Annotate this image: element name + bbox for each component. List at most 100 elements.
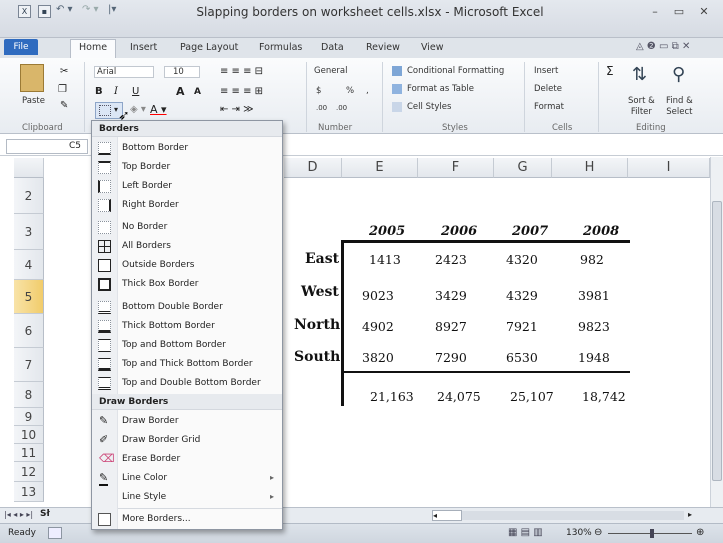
italic-button[interactable]: I	[114, 86, 118, 97]
fill-color-icon[interactable]: ◈ ▾	[130, 104, 146, 115]
align-center-icons[interactable]: ≡ ≡ ≡ ⊞	[220, 86, 263, 97]
tab-insert[interactable]: Insert	[130, 42, 157, 53]
decrease-decimal-button[interactable]: .00	[336, 104, 347, 112]
menu-item-thick-box-border[interactable]: Thick Box Border	[92, 275, 282, 294]
redo-icon[interactable]: ↷ ▾	[82, 4, 99, 15]
name-box[interactable]: C5	[6, 139, 88, 154]
select-all-corner[interactable]	[14, 158, 44, 178]
data-cell[interactable]: 3981	[578, 288, 610, 303]
data-cell[interactable]: 1948	[578, 350, 610, 365]
copy-icon[interactable]: ❐	[58, 84, 67, 95]
data-cell[interactable]: 4902	[362, 319, 394, 334]
row-header-9[interactable]: 9	[14, 408, 44, 426]
row-header-12[interactable]: 12	[14, 462, 44, 482]
find-select-button[interactable]: Find & Select	[666, 96, 693, 118]
menu-item-bottom-double-border[interactable]: Bottom Double Border	[92, 298, 282, 317]
sort-filter-button[interactable]: Sort & Filter	[628, 96, 655, 118]
delete-cells-button[interactable]: Delete	[534, 84, 562, 94]
close-button[interactable]: ✕	[695, 4, 713, 19]
format-painter-icon[interactable]: ✎	[60, 100, 68, 111]
data-cell[interactable]: 4329	[506, 288, 538, 303]
underline-button[interactable]: U	[132, 86, 139, 97]
zoom-in-icon[interactable]: ⊕	[696, 527, 704, 538]
total-cell[interactable]: 24,075	[437, 389, 481, 404]
menu-item-draw-border-grid[interactable]: ✐ Draw Border Grid	[92, 431, 282, 450]
paste-button[interactable]: Paste	[22, 96, 45, 106]
align-top-icons[interactable]: ≡ ≡ ≡ ⊟	[220, 66, 263, 77]
row-header-2[interactable]: 2	[14, 178, 44, 214]
column-header-i[interactable]: I	[628, 158, 710, 178]
horizontal-scroll-right-icon[interactable]: ▸	[688, 510, 692, 519]
data-cell[interactable]: 7921	[506, 319, 538, 334]
indent-icons[interactable]: ⇤ ⇥ ≫	[220, 104, 254, 115]
macro-record-icon[interactable]	[48, 527, 62, 539]
data-cell[interactable]: 6530	[506, 350, 538, 365]
row-header-4[interactable]: 4	[14, 250, 44, 280]
menu-item-top-and-bottom-border[interactable]: Top and Bottom Border	[92, 336, 282, 355]
data-cell[interactable]: 4320	[506, 252, 538, 267]
cut-icon[interactable]: ✂	[60, 66, 68, 77]
zoom-slider-thumb[interactable]	[650, 529, 654, 538]
currency-button[interactable]: $	[316, 86, 321, 96]
undo-icon[interactable]: ↶ ▾	[56, 4, 73, 15]
data-cell[interactable]: 3429	[435, 288, 467, 303]
column-header-h[interactable]: H	[552, 158, 628, 178]
column-header-g[interactable]: G	[494, 158, 552, 178]
row-header-7[interactable]: 7	[14, 348, 44, 382]
row-header-13[interactable]: 13	[14, 482, 44, 502]
total-cell[interactable]: 18,742	[582, 389, 626, 404]
total-cell[interactable]: 21,163	[370, 389, 414, 404]
maximize-button[interactable]: ▭	[670, 4, 688, 19]
comma-button[interactable]: ,	[366, 86, 369, 96]
conditional-formatting-button[interactable]: Conditional Formatting	[407, 66, 504, 76]
font-name-box[interactable]: Arial	[94, 66, 154, 78]
format-cells-button[interactable]: Format	[534, 102, 564, 112]
data-cell[interactable]: 9023	[362, 288, 394, 303]
menu-item-draw-border[interactable]: ✎ Draw Border	[92, 412, 282, 431]
customize-qat-icon[interactable]: |▾	[108, 4, 116, 15]
menu-item-more-borders[interactable]: More Borders...	[92, 510, 282, 529]
column-header-e[interactable]: E	[342, 158, 418, 178]
tab-formulas[interactable]: Formulas	[259, 42, 302, 53]
tab-page-layout[interactable]: Page Layout	[180, 42, 238, 53]
menu-item-top-and-double-bottom-border[interactable]: Top and Double Bottom Border	[92, 374, 282, 393]
shrink-font-button[interactable]: A	[194, 87, 201, 97]
data-cell[interactable]: 9823	[578, 319, 610, 334]
sheet-tab[interactable]: Sł	[40, 509, 50, 519]
view-buttons[interactable]: ▦ ▤ ▥	[508, 527, 543, 538]
menu-item-bottom-border[interactable]: Bottom Border	[92, 139, 282, 158]
data-cell[interactable]: 2423	[435, 252, 467, 267]
row-header-3[interactable]: 3	[14, 214, 44, 250]
row-header-6[interactable]: 6	[14, 314, 44, 348]
horizontal-scroll-left-icon[interactable]: ◂	[432, 510, 462, 521]
increase-decimal-button[interactable]: .00	[316, 104, 327, 112]
scrollbar-thumb[interactable]	[712, 201, 722, 481]
paste-icon[interactable]	[20, 64, 44, 92]
tab-review[interactable]: Review	[366, 42, 400, 53]
horizontal-scrollbar[interactable]	[462, 511, 684, 520]
ribbon-window-controls[interactable]: ◬ ❷ ▭ ⧉ ✕	[636, 41, 690, 52]
row-header-8[interactable]: 8	[14, 382, 44, 408]
percent-button[interactable]: %	[346, 86, 354, 96]
menu-item-top-and-thick-bottom-border[interactable]: Top and Thick Bottom Border	[92, 355, 282, 374]
save-icon[interactable]: ▪	[38, 5, 51, 18]
menu-item-erase-border[interactable]: ⌫ Erase Border	[92, 450, 282, 469]
total-cell[interactable]: 25,107	[510, 389, 554, 404]
menu-item-line-color[interactable]: ✎ Line Color ▸	[92, 469, 282, 488]
row-header-10[interactable]: 10	[14, 426, 44, 444]
row-header-11[interactable]: 11	[14, 444, 44, 462]
menu-item-top-border[interactable]: Top Border	[92, 158, 282, 177]
insert-cells-button[interactable]: Insert	[534, 66, 558, 76]
data-cell[interactable]: 982	[580, 252, 604, 267]
data-cell[interactable]: 1413	[369, 252, 401, 267]
row-header-5[interactable]: 5	[14, 280, 44, 314]
autosum-button[interactable]: Σ	[606, 64, 614, 78]
bold-button[interactable]: B	[95, 86, 103, 97]
tab-home[interactable]: Home	[70, 39, 117, 58]
column-header-d[interactable]: D	[284, 158, 342, 178]
data-cell[interactable]: 7290	[435, 350, 467, 365]
number-format-box[interactable]: General	[314, 66, 372, 76]
tab-view[interactable]: View	[421, 42, 444, 53]
column-header-f[interactable]: F	[418, 158, 494, 178]
data-cell[interactable]: 8927	[435, 319, 467, 334]
